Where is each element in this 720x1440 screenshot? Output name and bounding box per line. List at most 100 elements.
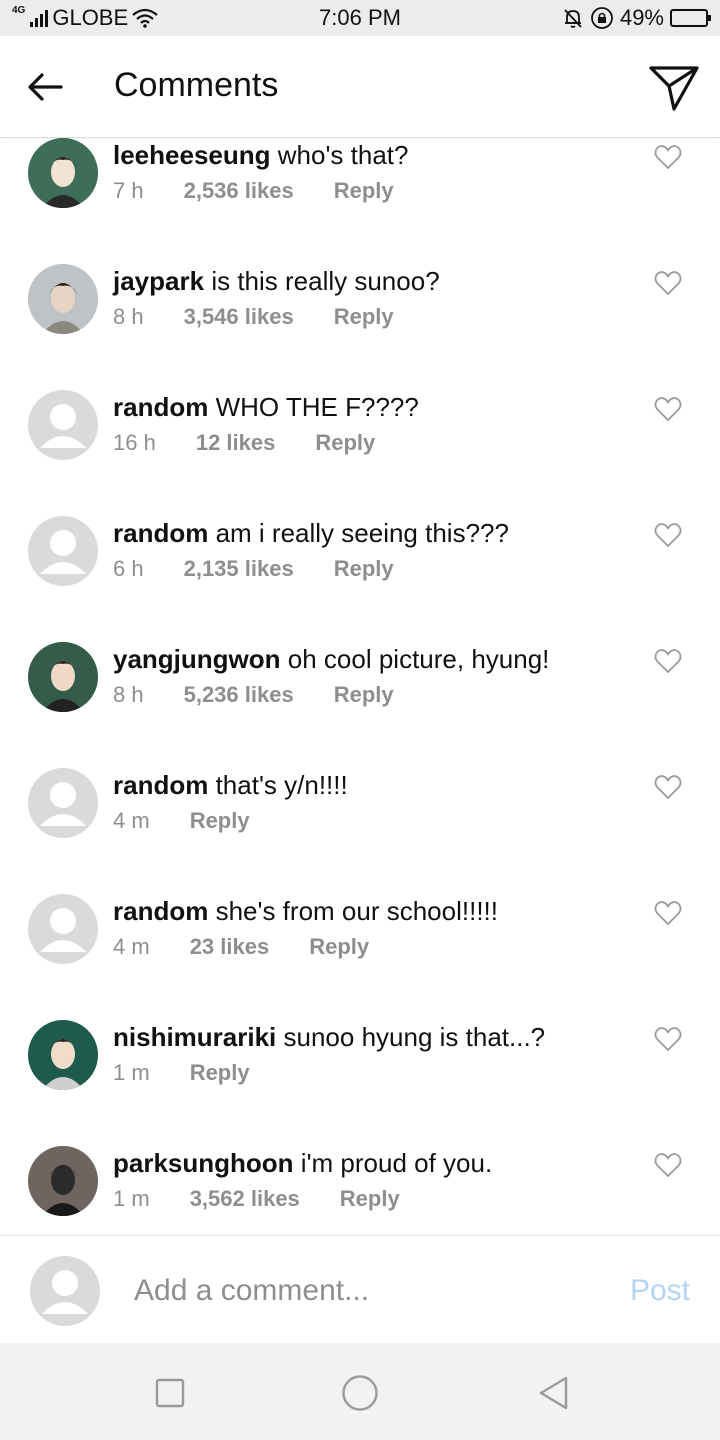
comment-username[interactable]: random bbox=[113, 518, 208, 548]
comment-meta: 6 h 2,135 likes Reply bbox=[113, 556, 394, 582]
comment-username[interactable]: yangjungwon bbox=[113, 644, 281, 674]
like-heart-icon[interactable] bbox=[654, 270, 682, 296]
like-heart-icon[interactable] bbox=[654, 522, 682, 548]
like-heart-icon[interactable] bbox=[654, 1152, 682, 1178]
comment-row: random she's from our school!!!!! 4 m 23 l… bbox=[0, 894, 720, 1020]
comment-meta: 7 h 2,536 likes Reply bbox=[113, 178, 394, 204]
comment-row: parksunghoon i'm proud of you. 1 m 3,562 l… bbox=[0, 1146, 720, 1235]
reply-button[interactable]: Reply bbox=[334, 304, 394, 330]
comment-input[interactable]: Add a comment... bbox=[134, 1274, 369, 1308]
like-heart-icon[interactable] bbox=[654, 774, 682, 800]
comment-meta: 16 h 12 likes Reply bbox=[113, 430, 375, 456]
status-bar: 4G GLOBE 7:06 PM 49% bbox=[0, 0, 720, 36]
comment-likes[interactable]: 3,562 likes bbox=[190, 1186, 300, 1212]
comment-text: random that's y/n!!!! bbox=[113, 770, 348, 801]
comment-text: random am i really seeing this??? bbox=[113, 518, 509, 549]
default-avatar[interactable] bbox=[28, 768, 98, 838]
comment-body: WHO THE F???? bbox=[215, 392, 419, 422]
like-heart-icon[interactable] bbox=[654, 144, 682, 170]
comments-list[interactable]: leeheeseung who's that? 7 h 2,536 likes Rep… bbox=[0, 138, 720, 1235]
comment-row: jaypark is this really sunoo? 8 h 3,546 li… bbox=[0, 264, 720, 390]
user-photo-avatar[interactable] bbox=[28, 642, 98, 712]
comment-username[interactable]: random bbox=[113, 392, 208, 422]
reply-button[interactable]: Reply bbox=[309, 934, 369, 960]
comment-body: that's y/n!!!! bbox=[215, 770, 348, 800]
comment-likes[interactable]: 23 likes bbox=[190, 934, 270, 960]
user-photo-avatar[interactable] bbox=[28, 1020, 98, 1090]
reply-button[interactable]: Reply bbox=[190, 808, 250, 834]
reply-button[interactable]: Reply bbox=[190, 1060, 250, 1086]
home-button[interactable] bbox=[340, 1373, 380, 1413]
nav-back-button[interactable] bbox=[534, 1373, 574, 1413]
like-heart-icon[interactable] bbox=[654, 900, 682, 926]
comment-meta: 8 h 3,546 likes Reply bbox=[113, 304, 394, 330]
user-photo-avatar[interactable] bbox=[28, 264, 98, 334]
comment-row: random that's y/n!!!! 4 m Reply bbox=[0, 768, 720, 894]
comment-time: 8 h bbox=[113, 682, 144, 707]
comment-time: 16 h bbox=[113, 430, 156, 455]
reply-button[interactable]: Reply bbox=[334, 178, 394, 204]
comment-meta: 4 m Reply bbox=[113, 808, 250, 834]
arrow-left-icon bbox=[28, 73, 63, 101]
recents-button[interactable] bbox=[150, 1373, 190, 1413]
comment-username[interactable]: random bbox=[113, 770, 208, 800]
comment-body: sunoo hyung is that...? bbox=[283, 1022, 546, 1052]
comment-username[interactable]: leeheeseung bbox=[113, 140, 271, 170]
direct-send-icon bbox=[649, 66, 699, 111]
comment-username[interactable]: parksunghoon bbox=[113, 1148, 294, 1178]
reply-button[interactable]: Reply bbox=[334, 556, 394, 582]
like-heart-icon[interactable] bbox=[654, 1026, 682, 1052]
user-photo-avatar[interactable] bbox=[28, 1146, 98, 1216]
comment-username[interactable]: jaypark bbox=[113, 266, 204, 296]
default-avatar[interactable] bbox=[28, 390, 98, 460]
like-heart-icon[interactable] bbox=[654, 396, 682, 422]
reply-button[interactable]: Reply bbox=[334, 682, 394, 708]
comment-likes[interactable]: 2,536 likes bbox=[184, 178, 294, 204]
comment-likes[interactable]: 12 likes bbox=[196, 430, 276, 456]
signal-icon bbox=[30, 9, 49, 27]
battery-percent: 49% bbox=[619, 5, 664, 30]
comment-time: 1 m bbox=[113, 1060, 150, 1085]
comment-username[interactable]: random bbox=[113, 896, 208, 926]
default-avatar[interactable] bbox=[28, 894, 98, 964]
comment-likes[interactable]: 3,546 likes bbox=[184, 304, 294, 330]
post-button[interactable]: Post bbox=[630, 1274, 690, 1308]
rotation-lock-icon bbox=[591, 7, 613, 29]
comment-time: 4 m bbox=[113, 934, 150, 959]
comment-text: random she's from our school!!!!! bbox=[113, 896, 498, 927]
comment-likes[interactable]: 2,135 likes bbox=[184, 556, 294, 582]
direct-send-button[interactable] bbox=[646, 60, 702, 116]
comment-text: yangjungwon oh cool picture, hyung! bbox=[113, 644, 549, 675]
comment-text: parksunghoon i'm proud of you. bbox=[113, 1148, 492, 1179]
comment-body: i'm proud of you. bbox=[300, 1148, 493, 1178]
default-avatar[interactable] bbox=[28, 516, 98, 586]
comment-body: is this really sunoo? bbox=[211, 266, 440, 296]
comment-row: random WHO THE F???? 16 h 12 likes Reply bbox=[0, 390, 720, 516]
comment-meta: 1 m Reply bbox=[113, 1060, 250, 1086]
comment-meta: 8 h 5,236 likes Reply bbox=[113, 682, 394, 708]
comment-time: 6 h bbox=[113, 556, 144, 581]
comment-time: 7 h bbox=[113, 178, 144, 203]
system-nav-bar bbox=[0, 1343, 720, 1440]
user-photo-avatar[interactable] bbox=[28, 138, 98, 208]
back-button[interactable] bbox=[22, 64, 68, 110]
network-type: 4G bbox=[12, 5, 26, 16]
comment-body: who's that? bbox=[277, 140, 409, 170]
comment-body: she's from our school!!!!! bbox=[215, 896, 498, 926]
reply-button[interactable]: Reply bbox=[315, 430, 375, 456]
reply-button[interactable]: Reply bbox=[340, 1186, 400, 1212]
comment-username[interactable]: nishimurariki bbox=[113, 1022, 276, 1052]
back-triangle-icon bbox=[539, 1376, 568, 1410]
comment-time: 4 m bbox=[113, 808, 150, 833]
comment-text: random WHO THE F???? bbox=[113, 392, 419, 423]
comment-likes[interactable]: 5,236 likes bbox=[184, 682, 294, 708]
comment-time: 1 m bbox=[113, 1186, 150, 1211]
comment-row: nishimurariki sunoo hyung is that...? 1 m… bbox=[0, 1020, 720, 1146]
clock: 7:06 PM bbox=[319, 5, 401, 30]
comment-row: yangjungwon oh cool picture, hyung! 8 h 5,… bbox=[0, 642, 720, 768]
like-heart-icon[interactable] bbox=[654, 648, 682, 674]
comment-text: jaypark is this really sunoo? bbox=[113, 266, 440, 297]
carrier-name: GLOBE bbox=[52, 5, 129, 30]
comment-text: leeheeseung who's that? bbox=[113, 140, 408, 171]
comment-body: oh cool picture, hyung! bbox=[287, 644, 550, 674]
